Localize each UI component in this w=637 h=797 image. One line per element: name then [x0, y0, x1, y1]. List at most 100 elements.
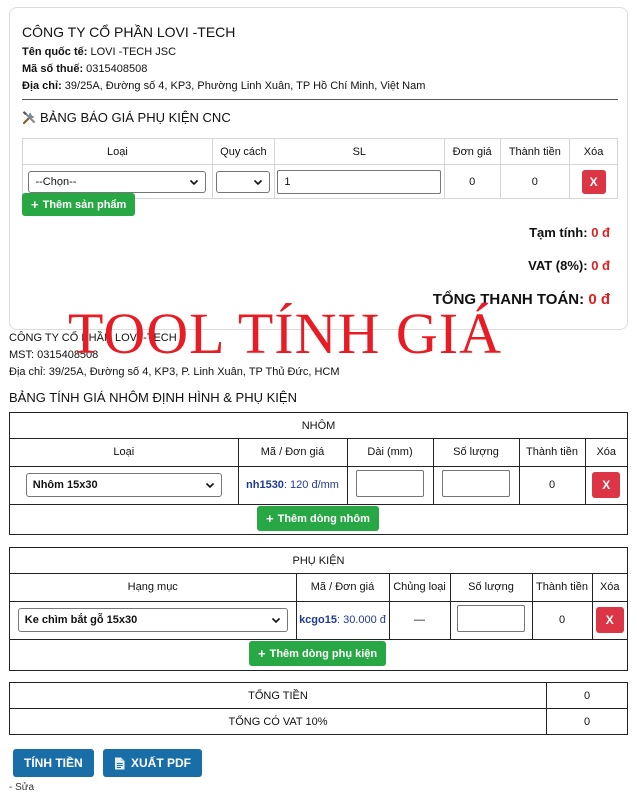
address-label: Địa chỉ:: [22, 80, 62, 92]
total-vat-row: TỔNG CÓ VAT 10% 0: [9, 708, 628, 735]
calc-address: Địa chỉ: 39/25A, Đường số 4, KP3, P. Lin…: [9, 366, 340, 378]
length-input[interactable]: [356, 470, 424, 497]
col-item: Hạng mục: [10, 574, 297, 602]
col-total: Thành tiền: [531, 574, 593, 602]
col-delete: Xóa: [584, 439, 627, 467]
aluminum-type-select[interactable]: Nhôm 15x30: [25, 473, 222, 497]
aluminum-table-header: Loại Mã / Đơn giá Dài (mm) Số lượng Thàn…: [10, 439, 627, 467]
intl-value: LOVI -TECH JSC: [87, 46, 177, 58]
product-type-value: --Chọn--: [35, 175, 77, 188]
table-row: Ke chìm bắt gỗ 15x30 kcgo15: 30.000 đ — …: [10, 600, 627, 640]
delete-accessory-button[interactable]: X: [595, 607, 624, 633]
plus-icon: +: [266, 511, 274, 526]
add-aluminum-button[interactable]: + Thêm dòng nhôm: [257, 506, 379, 531]
quote-section-title: BẢNG BÁO GIÁ PHỤ KIỆN CNC: [22, 110, 231, 125]
chevron-down-icon: [271, 617, 280, 624]
company-name: CÔNG TY CỔ PHẦN LOVI -TECH: [22, 24, 236, 40]
total-value: 0: [546, 682, 628, 709]
watermark-text: TOOL TÍNH GIÁ: [68, 301, 502, 366]
delete-row-button[interactable]: X: [581, 169, 606, 194]
tax-value: 0315408508: [83, 63, 148, 75]
unit-price-cell: 0: [443, 164, 501, 199]
accessories-table-header: Hạng mục Mã / Đơn giá Chủng loại Số lượn…: [10, 574, 627, 602]
aluminum-price: : 120 đ/mm: [283, 479, 339, 491]
aluminum-qty-input[interactable]: [442, 470, 510, 497]
aluminum-header: NHÔM: [10, 413, 627, 439]
col-type: Loại: [22, 138, 213, 165]
quote-table-header: Loại Quy cách SL Đơn giá Thành tiền Xóa: [22, 138, 618, 165]
accessories-header: PHỤ KIỆN: [10, 548, 627, 574]
col-code-price: Mã / Đơn giá: [237, 439, 348, 467]
accessory-code: kcgo15: [299, 614, 337, 626]
col-total: Thành tiền: [518, 439, 586, 467]
delete-aluminum-button[interactable]: X: [592, 472, 621, 498]
col-qty: Số lượng: [432, 439, 520, 467]
col-qty: Số lượng: [449, 574, 533, 602]
divider: [22, 99, 618, 100]
total-label: TỔNG TIỀN: [9, 682, 547, 709]
aluminum-total-cell: 0: [518, 465, 586, 505]
add-accessory-button[interactable]: + Thêm dòng phụ kiện: [249, 641, 387, 666]
grand-total-value: 0 đ: [588, 291, 610, 308]
chevron-down-icon: [254, 179, 263, 185]
col-spec: Quy cách: [211, 138, 275, 165]
vat: VAT (8%): 0 đ: [528, 258, 610, 273]
col-delete: Xóa: [591, 574, 627, 602]
calculate-button[interactable]: TÍNH TIỀN: [13, 749, 94, 777]
accessory-price: : 30.000 đ: [336, 614, 386, 626]
subtotal: Tạm tính: 0 đ: [529, 225, 610, 240]
aluminum-type-value: Nhôm 15x30: [32, 479, 98, 491]
export-pdf-label: XUẤT PDF: [131, 756, 191, 770]
col-length: Dài (mm): [346, 439, 434, 467]
quote-section-label: BẢNG BÁO GIÁ PHỤ KIỆN CNC: [40, 110, 231, 125]
col-qty: SL: [273, 138, 445, 165]
total-vat-value: 0: [546, 708, 628, 735]
footer-note: - Sửa: [9, 782, 35, 793]
line-total-cell: 0: [499, 164, 571, 199]
plus-icon: +: [31, 197, 39, 212]
quote-card: CÔNG TY CỔ PHẦN LOVI -TECH Tên quốc tế: …: [9, 7, 628, 330]
intl-label: Tên quốc tế:: [22, 46, 88, 58]
address-value: 39/25A, Đường số 4, KP3, Phường Linh Xuâ…: [61, 80, 426, 92]
chevron-down-icon: [190, 179, 199, 185]
col-delete: Xóa: [569, 138, 618, 165]
tools-icon: [22, 110, 35, 124]
add-aluminum-label: Thêm dòng nhôm: [277, 512, 370, 525]
accessory-qty-input[interactable]: [457, 605, 525, 632]
col-unit-price: Đơn giá: [443, 138, 501, 165]
export-pdf-button[interactable]: XUẤT PDF: [103, 749, 202, 777]
aluminum-code: nh1530: [246, 479, 284, 491]
aluminum-table: Loại Mã / Đơn giá Dài (mm) Số lượng Thàn…: [10, 439, 627, 505]
add-product-button[interactable]: + Thêm sản phẩm: [22, 193, 136, 216]
intl-name: Tên quốc tế: LOVI -TECH JSC: [22, 46, 176, 58]
calc-title: BẢNG TÍNH GIÁ NHÔM ĐỊNH HÌNH & PHỤ KIỆN: [9, 390, 297, 405]
document-icon: [115, 757, 125, 769]
tax-label: Mã số thuế:: [22, 63, 84, 75]
total-row: TỔNG TIỀN 0: [9, 682, 628, 709]
vat-label: VAT (8%):: [528, 258, 588, 273]
col-kind: Chủng loại: [388, 574, 451, 602]
qty-input[interactable]: 1: [277, 169, 442, 194]
col-type: Loại: [10, 439, 239, 467]
tax-code: Mã số thuế: 0315408508: [22, 63, 147, 75]
col-code-price: Mã / Đơn giá: [295, 574, 390, 602]
table-row: Nhôm 15x30 nh1530: 120 đ/mm 0 X: [10, 465, 627, 505]
accessory-item-select[interactable]: Ke chìm bắt gỗ 15x30: [17, 608, 288, 632]
subtotal-value: 0 đ: [591, 225, 610, 240]
vat-value: 0 đ: [591, 258, 610, 273]
accessory-item-value: Ke chìm bắt gỗ 15x30: [24, 614, 138, 626]
spec-select[interactable]: [216, 170, 271, 193]
add-product-label: Thêm sản phẩm: [42, 198, 127, 211]
accessories-table: Hạng mục Mã / Đơn giá Chủng loại Số lượn…: [10, 574, 627, 640]
col-total: Thành tiền: [499, 138, 571, 165]
accessory-total-cell: 0: [531, 600, 593, 640]
plus-icon: +: [258, 646, 266, 661]
product-type-select[interactable]: --Chọn--: [28, 170, 207, 193]
total-vat-label: TỔNG CÓ VAT 10%: [9, 708, 547, 735]
address: Địa chỉ: 39/25A, Đường số 4, KP3, Phường…: [22, 80, 425, 92]
chevron-down-icon: [205, 482, 214, 489]
quote-table: Loại Quy cách SL Đơn giá Thành tiền Xóa …: [22, 138, 618, 199]
totals-table: TỔNG TIỀN 0 TỔNG CÓ VAT 10% 0: [9, 682, 628, 735]
accessory-kind-cell: —: [388, 600, 451, 640]
subtotal-label: Tạm tính:: [529, 225, 588, 240]
